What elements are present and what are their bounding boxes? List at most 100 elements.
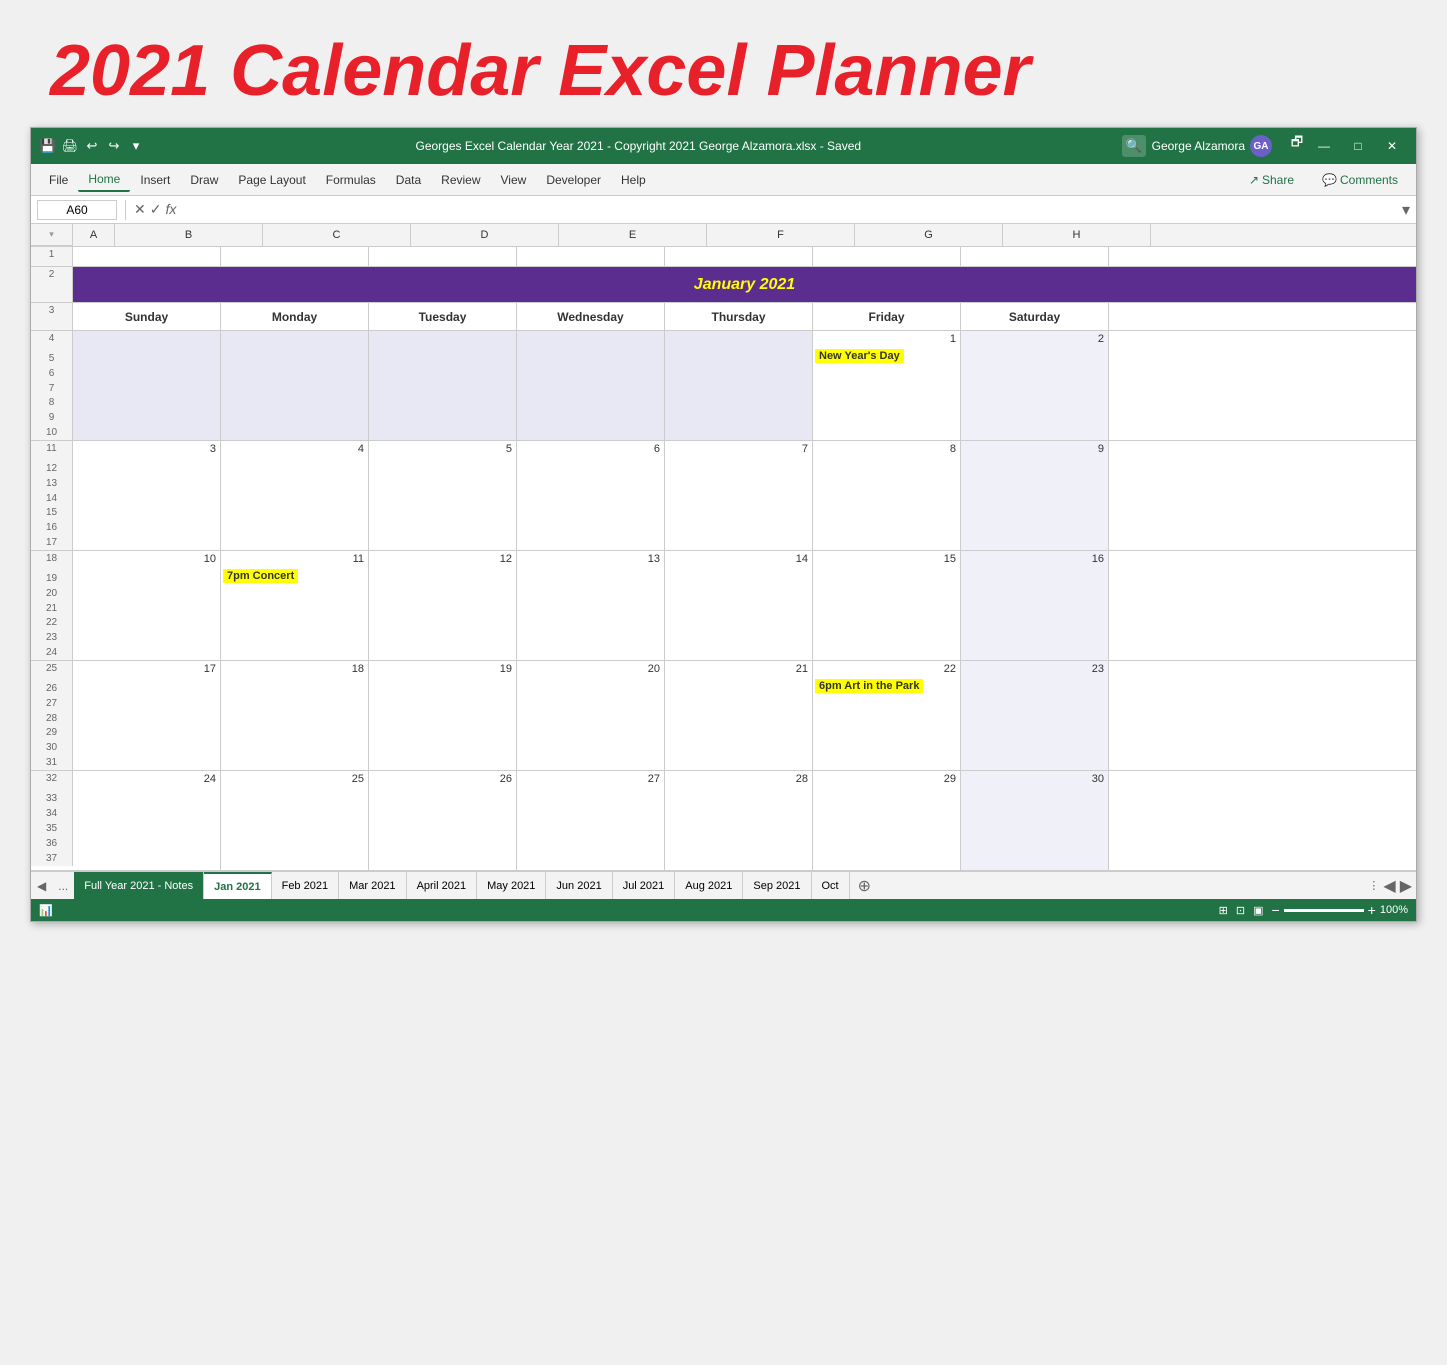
- comments-button[interactable]: 💬 Comments: [1312, 170, 1408, 190]
- week5-tue[interactable]: 26: [369, 771, 517, 870]
- tab-april-2021[interactable]: April 2021: [407, 872, 478, 900]
- week1-mon[interactable]: [221, 331, 369, 440]
- tab-jan-2021[interactable]: Jan 2021: [204, 872, 271, 900]
- week2-sat[interactable]: 9: [961, 441, 1109, 550]
- tab-jun-2021[interactable]: Jun 2021: [546, 872, 612, 900]
- tab-mar-2021[interactable]: Mar 2021: [339, 872, 406, 900]
- tab-review[interactable]: Review: [431, 169, 490, 191]
- tab-jul-2021[interactable]: Jul 2021: [613, 872, 676, 900]
- cell-1g[interactable]: [813, 247, 961, 266]
- week4-tue[interactable]: 19: [369, 661, 517, 770]
- view-page-icon[interactable]: ▣: [1253, 904, 1263, 917]
- week3-sat[interactable]: 16: [961, 551, 1109, 660]
- tab-feb-2021[interactable]: Feb 2021: [272, 872, 339, 900]
- tab-page-layout[interactable]: Page Layout: [228, 169, 315, 191]
- close-button[interactable]: ✕: [1376, 135, 1408, 157]
- week3-thu[interactable]: 14: [665, 551, 813, 660]
- col-header-a[interactable]: A: [73, 224, 115, 246]
- tab-view[interactable]: View: [491, 169, 537, 191]
- col-header-e[interactable]: E: [559, 224, 707, 246]
- cell-1d[interactable]: [369, 247, 517, 266]
- week1-sat-jan2[interactable]: 2: [961, 331, 1109, 440]
- cell-1c[interactable]: [221, 247, 369, 266]
- formula-input[interactable]: [180, 201, 1398, 219]
- cell-1h[interactable]: [961, 247, 1109, 266]
- tab-more-icon[interactable]: ⋮: [1368, 879, 1379, 892]
- tab-nav-dots[interactable]: ...: [52, 879, 74, 893]
- week2-tue[interactable]: 5: [369, 441, 517, 550]
- tab-insert[interactable]: Insert: [130, 169, 180, 191]
- tab-sep-2021[interactable]: Sep 2021: [743, 872, 811, 900]
- cell-reference[interactable]: [37, 200, 117, 220]
- save-icon[interactable]: 💾: [39, 137, 57, 155]
- week2-mon[interactable]: 4: [221, 441, 369, 550]
- week2-wed[interactable]: 6: [517, 441, 665, 550]
- tab-aug-2021[interactable]: Aug 2021: [675, 872, 743, 900]
- col-header-h[interactable]: H: [1003, 224, 1151, 246]
- week4-sat[interactable]: 23: [961, 661, 1109, 770]
- week3-wed[interactable]: 13: [517, 551, 665, 660]
- col-header-d[interactable]: D: [411, 224, 559, 246]
- week3-mon-jan11[interactable]: 11 7pm Concert: [221, 551, 369, 660]
- zoom-plus-button[interactable]: +: [1368, 902, 1376, 918]
- view-normal-icon[interactable]: ⊞: [1219, 904, 1228, 917]
- week5-sun[interactable]: 24: [73, 771, 221, 870]
- view-layout-icon[interactable]: ⊡: [1236, 904, 1245, 917]
- add-sheet-button[interactable]: ⊕: [850, 876, 879, 896]
- tab-scroll-left[interactable]: ◀: [1383, 876, 1395, 896]
- tab-formulas[interactable]: Formulas: [316, 169, 386, 191]
- tab-developer[interactable]: Developer: [536, 169, 611, 191]
- week5-wed[interactable]: 27: [517, 771, 665, 870]
- tab-file[interactable]: File: [39, 169, 78, 191]
- tab-scroll-right[interactable]: ▶: [1400, 876, 1412, 896]
- tab-help[interactable]: Help: [611, 169, 656, 191]
- week1-wed[interactable]: [517, 331, 665, 440]
- restore-icon[interactable]: 🗗: [1288, 135, 1306, 153]
- zoom-minus-button[interactable]: −: [1271, 902, 1279, 918]
- tab-data[interactable]: Data: [386, 169, 431, 191]
- week5-fri[interactable]: 29: [813, 771, 961, 870]
- more-icon[interactable]: ▾: [127, 137, 145, 155]
- cell-1b[interactable]: [73, 247, 221, 266]
- undo-icon[interactable]: ↩: [83, 137, 101, 155]
- week1-fri-jan1[interactable]: 1 New Year's Day: [813, 331, 961, 440]
- week2-fri[interactable]: 8: [813, 441, 961, 550]
- tab-may-2021[interactable]: May 2021: [477, 872, 546, 900]
- cell-1f[interactable]: [665, 247, 813, 266]
- zoom-slider[interactable]: [1284, 909, 1364, 912]
- week1-thu[interactable]: [665, 331, 813, 440]
- week2-thu[interactable]: 7: [665, 441, 813, 550]
- maximize-button[interactable]: □: [1342, 135, 1374, 157]
- col-header-g[interactable]: G: [855, 224, 1003, 246]
- week4-mon[interactable]: 18: [221, 661, 369, 770]
- week4-sun[interactable]: 17: [73, 661, 221, 770]
- formula-fx-icon[interactable]: fx: [165, 201, 176, 218]
- formula-dropdown-icon[interactable]: ▾: [1402, 200, 1410, 220]
- tab-draw[interactable]: Draw: [180, 169, 228, 191]
- tab-home[interactable]: Home: [78, 168, 130, 192]
- week4-wed[interactable]: 20: [517, 661, 665, 770]
- week5-thu[interactable]: 28: [665, 771, 813, 870]
- col-header-b[interactable]: B: [115, 224, 263, 246]
- tab-nav-left[interactable]: ◀: [31, 879, 52, 893]
- week1-tue[interactable]: [369, 331, 517, 440]
- search-icon[interactable]: 🔍: [1122, 135, 1146, 157]
- share-button[interactable]: ↗ Share: [1239, 170, 1304, 190]
- redo-icon[interactable]: ↪: [105, 137, 123, 155]
- save2-icon[interactable]: 🖨: [61, 137, 79, 155]
- tab-full-year[interactable]: Full Year 2021 - Notes: [74, 872, 204, 900]
- week3-sun[interactable]: 10: [73, 551, 221, 660]
- week5-sat[interactable]: 30: [961, 771, 1109, 870]
- week4-thu[interactable]: 21: [665, 661, 813, 770]
- week5-mon[interactable]: 25: [221, 771, 369, 870]
- week1-sun[interactable]: [73, 331, 221, 440]
- week3-tue[interactable]: 12: [369, 551, 517, 660]
- cell-1e[interactable]: [517, 247, 665, 266]
- week4-fri-jan22[interactable]: 22 6pm Art in the Park: [813, 661, 961, 770]
- formula-check-icon[interactable]: ✓: [150, 201, 162, 218]
- week2-sun[interactable]: 3: [73, 441, 221, 550]
- week3-fri[interactable]: 15: [813, 551, 961, 660]
- formula-x-icon[interactable]: ✕: [134, 201, 146, 218]
- minimize-button[interactable]: —: [1308, 135, 1340, 157]
- col-header-f[interactable]: F: [707, 224, 855, 246]
